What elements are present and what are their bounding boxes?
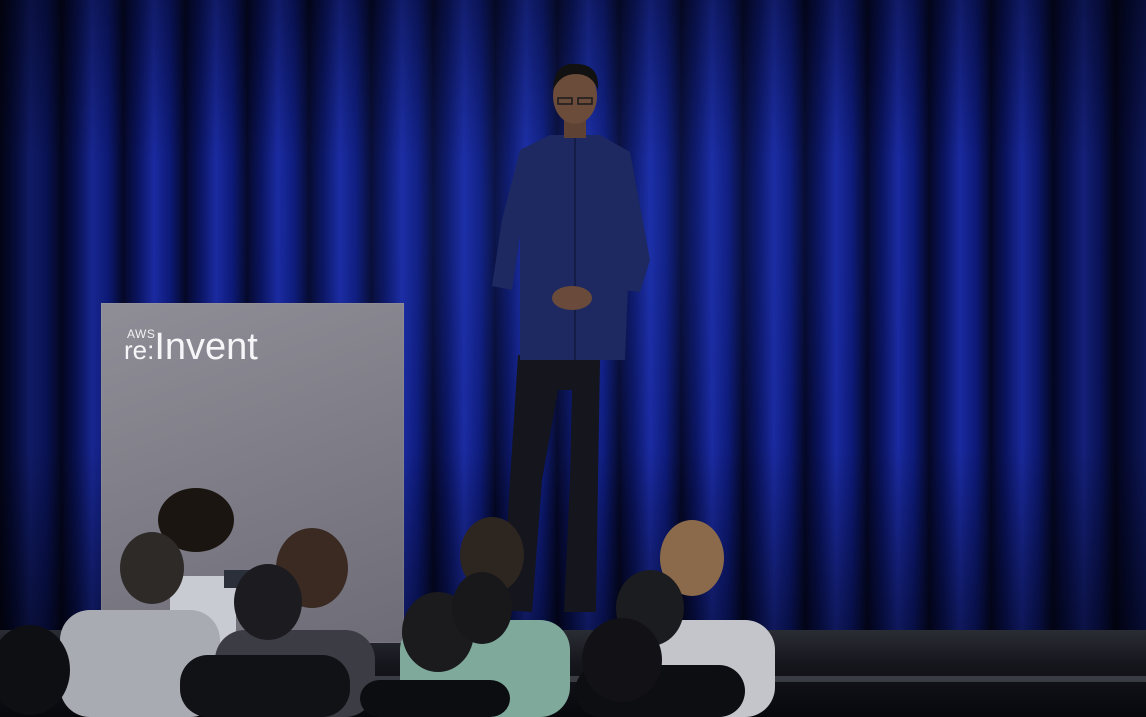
logo-invent-text: Invent [154, 326, 258, 368]
audience-person [0, 625, 70, 715]
stage-scene: AWS re:Invent [0, 0, 1146, 717]
audience-person [452, 572, 512, 644]
speaker-hands [552, 286, 592, 310]
speaker-head [553, 63, 599, 138]
logo-re-text: re: [124, 335, 155, 365]
audience-silhouettes [0, 488, 775, 717]
speaker-shirt [492, 135, 650, 360]
reinvent-logo: re:Invent [124, 326, 258, 369]
audience-person [582, 618, 662, 702]
